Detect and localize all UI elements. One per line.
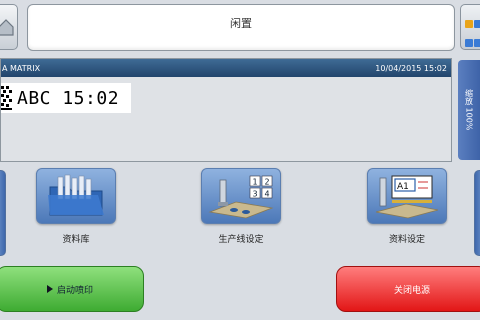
grid-icon <box>465 14 480 52</box>
message-content: ABC 15:02 <box>1 83 131 113</box>
tile-data-setting-label: 资料设定 <box>388 235 425 245</box>
power-off-label: 关闭电源 <box>393 285 430 296</box>
message-title: A MATRIX <box>2 63 41 73</box>
side-tab-right[interactable] <box>474 170 480 256</box>
tile-database-label: 资料库 <box>62 235 90 245</box>
folder-database-icon <box>36 168 116 224</box>
tile-production-line[interactable]: 1 2 3 4 <box>198 168 284 230</box>
tile-production-line-label: 生产线设定 <box>218 235 264 245</box>
home-icon <box>0 19 14 36</box>
svg-text:2: 2 <box>265 178 270 187</box>
tile-data-setting[interactable]: A1 <box>364 168 450 230</box>
zoom-tab[interactable]: 缩放 100% <box>458 60 480 160</box>
start-print-button[interactable]: 启动喷印 <box>0 266 144 312</box>
production-line-icon: 1 2 3 4 <box>201 168 281 224</box>
status-text: 闲置 <box>230 17 252 30</box>
svg-text:A1: A1 <box>397 182 409 192</box>
message-preview-panel[interactable]: A MATRIX 10/04/2015 15:02 ABC 15:02 <box>0 58 452 162</box>
message-text: ABC 15:02 <box>17 87 120 109</box>
tile-database[interactable] <box>33 168 119 230</box>
svg-text:1: 1 <box>253 178 258 187</box>
data-setting-icon: A1 <box>367 168 447 224</box>
svg-text:4: 4 <box>265 190 270 199</box>
message-header: A MATRIX 10/04/2015 15:02 <box>1 59 451 77</box>
power-off-button[interactable]: 关闭电源 <box>336 266 480 312</box>
play-icon <box>46 285 53 293</box>
zoom-label: 缩放 100% <box>464 89 474 131</box>
home-button[interactable] <box>0 4 18 50</box>
start-print-label: 启动喷印 <box>56 285 93 296</box>
datamatrix-code-icon <box>1 86 12 110</box>
message-datetime: 10/04/2015 15:02 <box>375 63 447 73</box>
status-display: 闲置 <box>27 4 455 51</box>
menu-grid-button[interactable] <box>460 4 480 50</box>
side-tab-left[interactable] <box>0 170 6 256</box>
svg-text:3: 3 <box>253 190 258 199</box>
